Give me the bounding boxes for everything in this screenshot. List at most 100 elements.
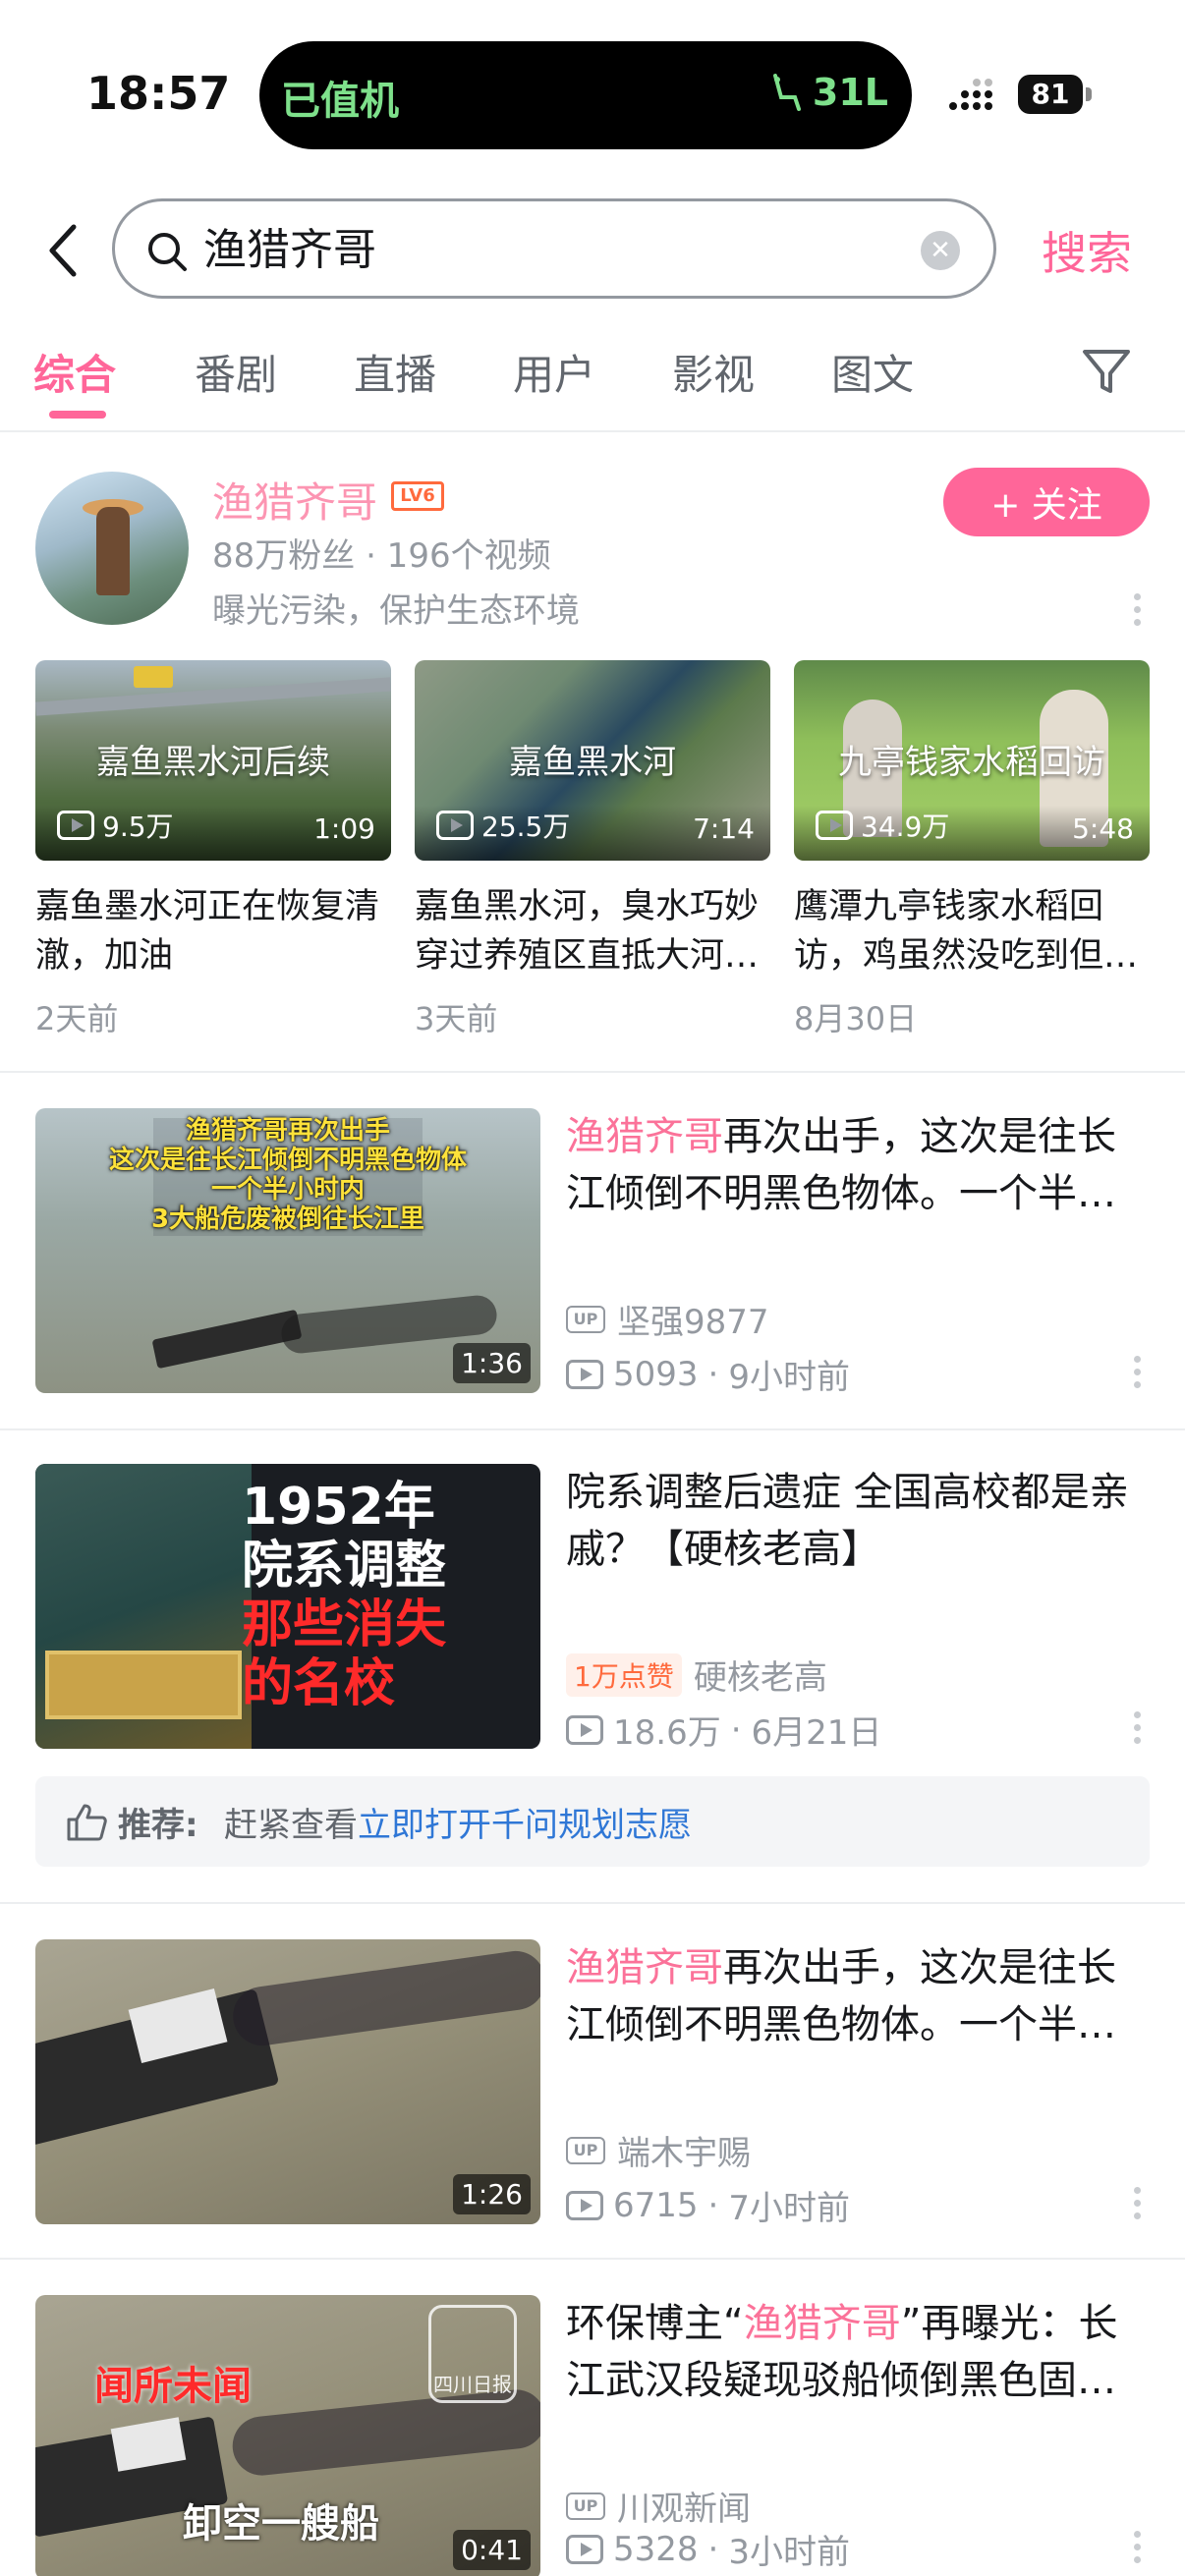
- status-time: 18:57: [86, 67, 231, 120]
- video-duration: 1:26: [453, 2174, 531, 2214]
- thumb-caption-line: 那些消失: [242, 1596, 447, 1654]
- tab-live[interactable]: 直播: [354, 342, 436, 402]
- video-thumbnail[interactable]: 1952年 院系调整 那些消失 的名校: [35, 1464, 540, 1749]
- video-overlay-title: 嘉鱼黑水河: [509, 743, 676, 782]
- uploader[interactable]: UP 端木宇赐: [566, 2126, 751, 2174]
- tab-bangumi[interactable]: 番剧: [195, 342, 277, 402]
- video-meta: 5093 · 9小时前: [566, 1350, 850, 1398]
- level-badge: LV6: [391, 481, 444, 511]
- play-count-icon: [816, 811, 853, 840]
- play-count-icon: [566, 1714, 603, 1745]
- thumb-caption-line: 院系调整: [242, 1537, 447, 1596]
- thumb-caption-line: 1952年: [242, 1478, 435, 1537]
- back-button[interactable]: [33, 216, 92, 285]
- video-meta: 6715 · 7小时前: [566, 2181, 850, 2229]
- thumb-caption-line: 一个半小时内: [210, 1175, 365, 1204]
- video-date: 8月30日: [794, 1000, 918, 1037]
- list-item[interactable]: 1952年 院系调整 那些消失 的名校 院系调整后遗症 全国高校都是亲戚？【硬核…: [0, 1464, 1185, 1753]
- list-item[interactable]: 闻所未闻 四川日报 卸空一艘船 0:41 环保博主“渔猎齐哥”再曝光：长江武汉段…: [0, 2295, 1185, 2576]
- video-title[interactable]: 鹰潭九亭钱家水稻回访，鸡虽然没吃到但…: [794, 882, 1150, 980]
- video-views: 25.5万: [436, 806, 570, 845]
- tab-users[interactable]: 用户: [513, 342, 595, 402]
- clear-icon[interactable]: ✕: [921, 231, 960, 270]
- video-thumbnail[interactable]: 嘉鱼黑水河后续 9.5万 1:09: [35, 660, 391, 861]
- user-name[interactable]: 渔猎齐哥: [212, 470, 377, 530]
- tab-bar: 综合 番剧 直播 用户 影视 图文: [0, 324, 1185, 432]
- more-options-icon[interactable]: [1132, 593, 1142, 633]
- divider: [0, 1071, 1185, 1073]
- video-duration: 1:36: [453, 1343, 531, 1383]
- follow-button[interactable]: + 关注: [943, 468, 1150, 536]
- video-date: 2天前: [35, 1000, 119, 1037]
- video-title[interactable]: 渔猎齐哥再次出手，这次是往长江倾倒不明黑色物体。一个半…: [566, 1108, 1150, 1222]
- up-icon: UP: [566, 2492, 605, 2520]
- island-seat: 31L: [769, 71, 888, 114]
- recommend-label: 推荐:: [118, 1806, 198, 1845]
- list-item[interactable]: 渔猎齐哥再次出手 这次是往长江倾倒不明黑色物体 一个半小时内 3大船危废被倒往长…: [0, 1108, 1185, 1397]
- divider: [0, 1428, 1185, 1430]
- tab-film[interactable]: 影视: [672, 342, 755, 402]
- island-seat-text: 31L: [812, 71, 888, 114]
- avatar[interactable]: [35, 472, 189, 625]
- play-count-icon: [436, 811, 474, 840]
- search-icon: [148, 233, 187, 271]
- video-thumbnail[interactable]: 渔猎齐哥再次出手 这次是往长江倾倒不明黑色物体 一个半小时内 3大船危废被倒往长…: [35, 1108, 540, 1393]
- video-thumbnail[interactable]: 1:26: [35, 1939, 540, 2224]
- video-title[interactable]: 环保博主“渔猎齐哥”再曝光：长江武汉段疑现驳船倾倒黑色固…: [566, 2295, 1150, 2409]
- video-duration: 7:14: [693, 812, 755, 845]
- search-button[interactable]: 搜索: [1042, 218, 1132, 283]
- video-title[interactable]: 嘉鱼墨水河正在恢复清澈，加油: [35, 882, 391, 980]
- thumb-caption-line: 卸空一艘船: [183, 2501, 379, 2547]
- video-duration: 0:41: [453, 2530, 531, 2570]
- up-icon: UP: [566, 2136, 605, 2164]
- more-options-icon[interactable]: [1132, 1711, 1142, 1751]
- search-input[interactable]: 渔猎齐哥 ✕: [112, 198, 996, 299]
- uploader[interactable]: UP 川观新闻: [566, 2482, 751, 2530]
- search-query: 渔猎齐哥: [203, 225, 376, 275]
- filter-icon[interactable]: [1079, 344, 1134, 399]
- video-title[interactable]: 渔猎齐哥再次出手，这次是往长江倾倒不明黑色物体。一个半…: [566, 1939, 1150, 2053]
- divider: [0, 2258, 1185, 2260]
- user-card[interactable]: 渔猎齐哥 LV6 88万粉丝 · 196个视频 曝光污染，保护生态环境 + 关注…: [0, 452, 1185, 1071]
- more-options-icon[interactable]: [1132, 2531, 1142, 2570]
- more-options-icon[interactable]: [1132, 2187, 1142, 2226]
- tab-comprehensive[interactable]: 综合: [33, 342, 116, 402]
- video-thumbnail[interactable]: 闻所未闻 四川日报 卸空一艘船 0:41: [35, 2295, 540, 2576]
- thumb-caption-line: 的名校: [242, 1654, 396, 1713]
- video-title[interactable]: 嘉鱼黑水河，臭水巧妙穿过养殖区直抵大河…: [415, 882, 770, 980]
- recommend-banner[interactable]: 推荐: 赶紧查看立即打开千问规划志愿: [35, 1776, 1150, 1867]
- battery-icon: 81: [1018, 75, 1093, 114]
- tab-articles[interactable]: 图文: [831, 342, 914, 402]
- video-title[interactable]: 院系调整后遗症 全国高校都是亲戚？【硬核老高】: [566, 1464, 1150, 1578]
- island-checkin-text: 已值机: [281, 79, 399, 124]
- video-duration: 1:09: [313, 812, 375, 845]
- recommend-text: 赶紧查看立即打开千问规划志愿: [224, 1806, 692, 1845]
- play-count-icon: [566, 1359, 603, 1389]
- tab-underline: [49, 411, 106, 419]
- play-count-icon: [57, 811, 94, 840]
- search-row: 渔猎齐哥 ✕ 搜索: [0, 187, 1185, 314]
- uploader[interactable]: 1万点赞 硬核老高: [566, 1651, 827, 1699]
- status-bar: 18:57 已值机 31L 81: [0, 0, 1185, 187]
- video-meta: 5328 · 3小时前: [566, 2525, 850, 2573]
- user-video-list: 嘉鱼黑水河后续 9.5万 1:09 嘉鱼墨水河正在恢复清澈，加油 2天前 嘉鱼黑…: [35, 660, 1150, 1053]
- video-duration: 5:48: [1072, 812, 1134, 845]
- divider: [0, 1902, 1185, 1904]
- list-item[interactable]: 1:26 渔猎齐哥再次出手，这次是往长江倾倒不明黑色物体。一个半… UP 端木宇赐…: [0, 1939, 1185, 2228]
- thumbs-up-icon: [67, 1804, 107, 1841]
- watermark-logo: 四川日报: [428, 2305, 517, 2403]
- like-badge: 1万点赞: [566, 1652, 682, 1697]
- thumb-caption-line: 渔猎齐哥再次出手: [185, 1116, 390, 1146]
- dynamic-island[interactable]: 已值机 31L: [259, 41, 912, 149]
- recommend-link[interactable]: 立即打开千问规划志愿: [358, 1806, 692, 1845]
- up-icon: UP: [566, 1305, 605, 1333]
- video-thumbnail[interactable]: 九亭钱家水稻回访 34.9万 5:48: [794, 660, 1150, 861]
- more-options-icon[interactable]: [1132, 1356, 1142, 1395]
- uploader[interactable]: UP 坚强9877: [566, 1295, 769, 1343]
- thumb-caption-line: 3大船危废被倒往长江里: [150, 1204, 425, 1234]
- thumb-caption-line: 闻所未闻: [94, 2364, 252, 2409]
- video-thumbnail[interactable]: 嘉鱼黑水河 25.5万 7:14: [415, 660, 770, 861]
- play-count-icon: [566, 2534, 603, 2564]
- user-description: 曝光污染，保护生态环境: [212, 591, 580, 631]
- thumb-caption-line: 这次是往长江倾倒不明黑色物体: [108, 1146, 467, 1175]
